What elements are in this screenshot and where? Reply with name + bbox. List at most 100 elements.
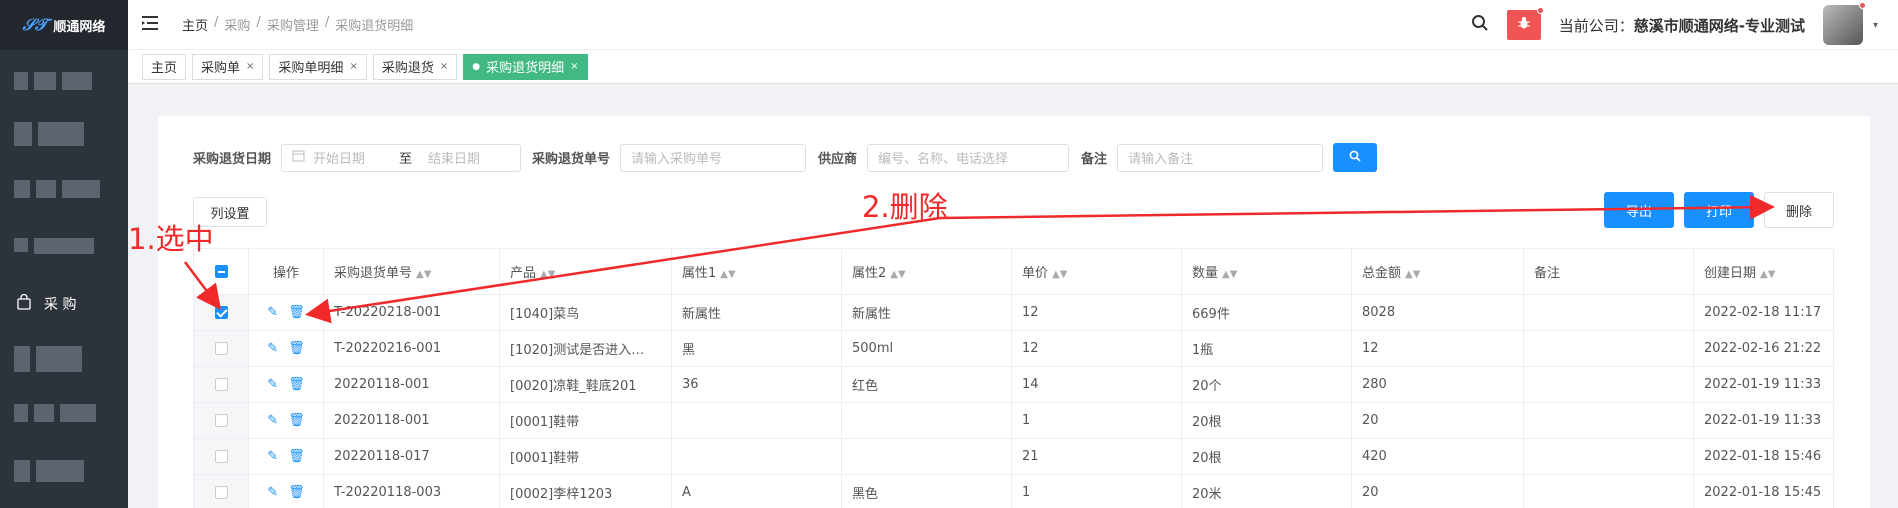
trash-icon[interactable]: 🗑 [288, 377, 305, 392]
delete-button[interactable]: 删除 [1764, 192, 1834, 228]
table-cell: [0020]凉鞋_鞋底201 [499, 366, 672, 403]
table-cell: 20米 [1181, 474, 1352, 508]
date-range-picker[interactable]: 开始日期 至 结束日期 [281, 143, 522, 172]
tab-purchase-return[interactable]: 采购退货 × [372, 53, 458, 80]
edit-icon[interactable]: ✎ [267, 305, 278, 320]
edit-icon[interactable]: ✎ [267, 449, 278, 464]
sidebar-item-purchase[interactable]: 采 购 [0, 288, 128, 320]
sort-icon[interactable]: ▲▼ [540, 269, 555, 280]
tab-purchase-order-detail[interactable]: 采购单明细 × [269, 53, 367, 80]
close-icon[interactable]: × [349, 61, 357, 72]
row-select-cell [193, 294, 249, 331]
column-header[interactable]: 属性2 ▲▼ [841, 248, 1012, 295]
end-date-placeholder[interactable]: 结束日期 [428, 148, 480, 167]
search-icon[interactable] [1471, 14, 1489, 36]
return-number-input[interactable]: 请输入采购单号 [620, 143, 807, 172]
remark-input[interactable]: 请输入备注 [1117, 143, 1324, 172]
table-cell: 20根 [1181, 438, 1352, 475]
trash-icon[interactable]: 🗑 [288, 485, 305, 500]
row-select-cell [193, 474, 249, 508]
column-header[interactable]: 属性1 ▲▼ [671, 248, 842, 295]
table-cell: 2022-01-19 11:33 [1693, 366, 1834, 403]
print-button[interactable]: 打印 [1684, 192, 1754, 228]
sort-icon[interactable]: ▲▼ [1222, 269, 1237, 280]
company-name: 慈溪市顺通网络-专业测试 [1633, 16, 1805, 35]
sort-icon[interactable]: ▲▼ [1760, 269, 1775, 280]
edit-icon[interactable]: ✎ [267, 413, 278, 428]
start-date-placeholder[interactable]: 开始日期 [313, 148, 391, 167]
trash-icon[interactable]: 🗑 [288, 305, 305, 320]
column-header[interactable]: 总金额 ▲▼ [1351, 248, 1524, 295]
column-header[interactable]: 产品 ▲▼ [499, 248, 672, 295]
close-icon[interactable]: × [246, 61, 254, 72]
blurred-menu-item[interactable] [14, 404, 96, 422]
edit-icon[interactable]: ✎ [267, 341, 278, 356]
close-icon[interactable]: × [440, 61, 448, 72]
sort-icon[interactable]: ▲▼ [1052, 269, 1067, 280]
search-button[interactable] [1333, 143, 1378, 172]
table-cell: 2022-02-16 21:22 [1693, 330, 1834, 367]
column-header[interactable]: 采购退货单号 ▲▼ [323, 248, 500, 295]
blurred-menu-item[interactable] [14, 460, 84, 482]
row-checkbox[interactable] [214, 414, 228, 427]
trash-icon[interactable]: 🗑 [288, 449, 305, 464]
row-checkbox[interactable] [214, 342, 228, 355]
table-cell: 500ml [841, 330, 1012, 367]
filter-bar: 采购退货日期 开始日期 至 结束日期 采购退货单号 请输入采购单号 供应商 编号… [193, 143, 1378, 172]
table-cell: 12 [1011, 330, 1182, 367]
row-checkbox[interactable] [214, 450, 228, 463]
sort-icon[interactable]: ▲▼ [416, 269, 431, 280]
notification-dot [1858, 2, 1866, 9]
row-checkbox[interactable] [214, 306, 228, 319]
search-icon [1349, 150, 1361, 166]
blurred-menu-item[interactable] [14, 346, 82, 372]
column-header[interactable]: 单价 ▲▼ [1011, 248, 1182, 295]
row-checkbox[interactable] [214, 378, 228, 391]
export-button[interactable]: 导出 [1604, 192, 1674, 228]
column-header[interactable]: 创建日期 ▲▼ [1693, 248, 1834, 295]
column-header[interactable]: 数量 ▲▼ [1181, 248, 1352, 295]
edit-icon[interactable]: ✎ [267, 377, 278, 392]
table-cell [671, 402, 842, 439]
breadcrumb-item[interactable]: 主页 [182, 15, 208, 34]
caret-down-icon[interactable]: ▾ [1873, 20, 1878, 31]
breadcrumb-item[interactable]: 采购管理 [267, 15, 319, 34]
blurred-menu-item[interactable] [14, 72, 92, 90]
supplier-input[interactable]: 编号、名称、电话选择 [867, 143, 1070, 172]
table-cell: 21 [1011, 438, 1182, 475]
row-checkbox[interactable] [214, 486, 228, 499]
trash-icon[interactable]: 🗑 [288, 413, 305, 428]
table-cell: 1 [1011, 402, 1182, 439]
table-cell: 20220118-001 [323, 366, 500, 403]
bug-report-button[interactable] [1506, 7, 1544, 40]
tab-bar: 主页 采购单 × 采购单明细 × 采购退货 × ● 采购退货明细 × [128, 50, 1898, 84]
select-all-checkbox[interactable] [214, 265, 228, 278]
table-row[interactable]: ✎ 🗑 T-20220218-001 [1040]菜鸟 新属性 新属性 12 669件 8028… [193, 294, 1834, 331]
table-row[interactable]: ✎ 🗑 T-20220216-001 [1020]测试是否进入… 黑 500ml 12 1瓶 1… [193, 330, 1834, 367]
tab-purchase-return-detail[interactable]: ● 采购退货明细 × [463, 53, 588, 80]
table-cell: 1 [1011, 474, 1182, 508]
breadcrumb-item[interactable]: 采购 [224, 15, 250, 34]
edit-icon[interactable]: ✎ [267, 485, 278, 500]
table-cell [841, 438, 1012, 475]
sort-icon[interactable]: ▲▼ [1405, 269, 1420, 280]
table-row[interactable]: ✎ 🗑 20220118-017 [0001]鞋带 21 20根 420 2022-01-18… [193, 438, 1834, 475]
table-cell: 1瓶 [1181, 330, 1352, 367]
table-row[interactable]: ✎ 🗑 20220118-001 [0020]凉鞋_鞋底201 36 红色 14 20个 280… [193, 366, 1834, 403]
table-cell [671, 438, 842, 475]
table-row[interactable]: ✎ 🗑 T-20220118-003 [0002]李梓1203 A 黑色 1 20米 20 202… [193, 474, 1834, 508]
table-header-row: 操作 采购退货单号 ▲▼ 产品 ▲▼ 属性1 ▲▼ 属性2 ▲▼ 单价 ▲▼ 数量 ▲▼ 总… [193, 248, 1834, 295]
table-cell: [1020]测试是否进入… [499, 330, 672, 367]
trash-icon[interactable]: 🗑 [288, 341, 305, 356]
menu-toggle-icon[interactable] [142, 15, 162, 35]
table-row[interactable]: ✎ 🗑 20220118-001 [0001]鞋带 1 20根 20 2022-01-19 1… [193, 402, 1834, 439]
tab-purchase-order[interactable]: 采购单 × [192, 53, 264, 80]
blurred-menu-item[interactable] [14, 180, 100, 198]
close-icon[interactable]: × [570, 61, 578, 72]
tab-home[interactable]: 主页 [142, 53, 187, 80]
blurred-menu-item[interactable] [14, 122, 84, 146]
avatar[interactable] [1822, 2, 1866, 45]
sort-icon[interactable]: ▲▼ [720, 269, 735, 280]
sort-icon[interactable]: ▲▼ [890, 269, 905, 280]
blurred-menu-item[interactable] [14, 238, 94, 254]
